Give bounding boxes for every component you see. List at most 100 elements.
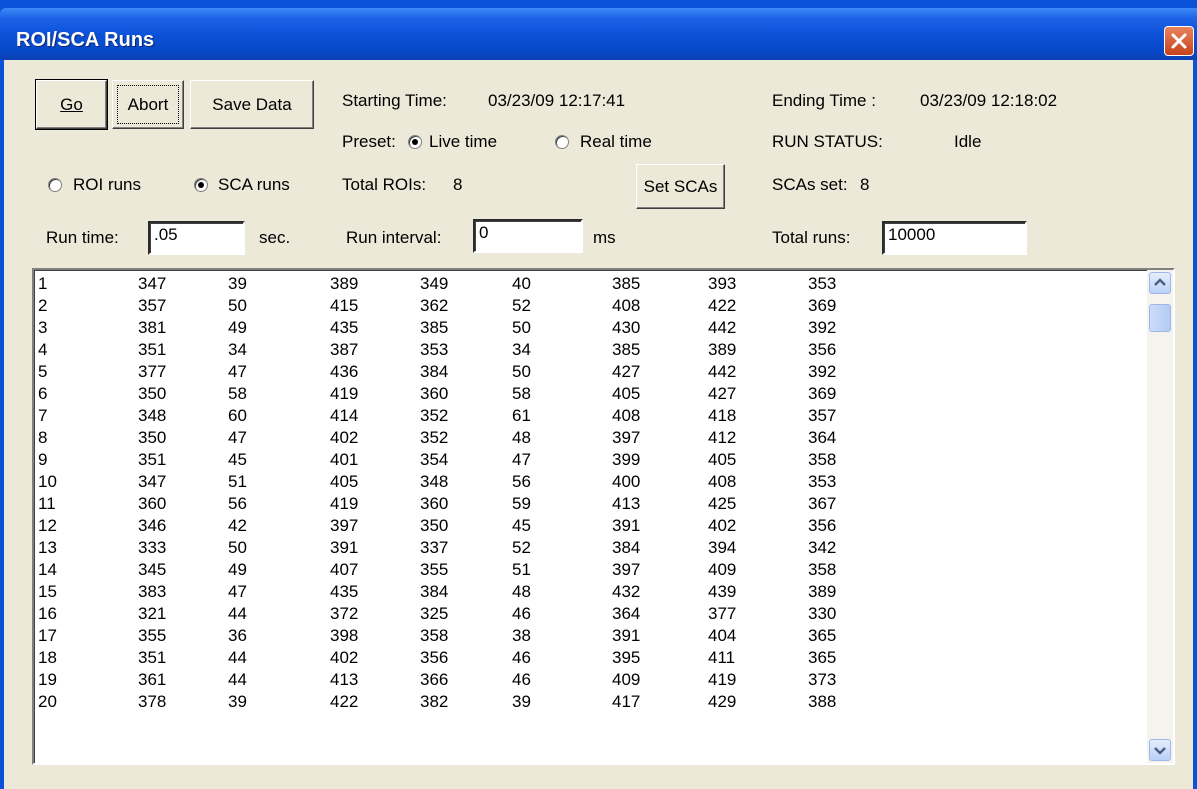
dialog-client: Go Abort Save Data Starting Time: 03/23/… [4, 60, 1193, 789]
scroll-up-button[interactable] [1149, 272, 1171, 294]
scroll-down-button[interactable] [1149, 739, 1171, 761]
count-value: 353 [420, 340, 449, 359]
count-value: 48 [512, 428, 531, 447]
list-item[interactable]: 13 333 50 391 337 52 384 394 342 [38, 538, 1146, 560]
count-value: 58 [228, 384, 247, 403]
list-item[interactable]: 3 381 49 435 385 50 430 442 392 [38, 318, 1146, 340]
live-time-label[interactable]: Live time [429, 132, 497, 152]
close-button[interactable] [1164, 26, 1194, 56]
run-interval-unit: ms [593, 228, 616, 247]
title-bar[interactable]: ROI/SCA Runs [0, 8, 1197, 60]
count-value: 47 [228, 428, 247, 447]
count-value: 358 [808, 560, 837, 579]
count-value: 352 [420, 406, 449, 425]
count-value: 46 [512, 648, 531, 667]
count-value: 50 [228, 538, 247, 557]
list-item[interactable]: 19 361 44 413 366 46 409 419 373 [38, 670, 1146, 692]
count-value: 52 [512, 296, 531, 315]
count-value: 360 [138, 494, 167, 513]
count-value: 40 [512, 274, 531, 293]
list-item[interactable]: 20 378 39 422 382 39 417 429 388 [38, 692, 1146, 714]
run-interval-input[interactable]: 0 [473, 219, 583, 253]
sca-runs-label[interactable]: SCA runs [218, 175, 290, 195]
save-data-button[interactable]: Save Data [190, 80, 314, 129]
count-value: 398 [330, 626, 359, 645]
list-item[interactable]: 12 346 42 397 350 45 391 402 356 [38, 516, 1146, 538]
list-item[interactable]: 14 345 49 407 355 51 397 409 358 [38, 560, 1146, 582]
abort-button[interactable]: Abort [112, 80, 184, 129]
count-value: 387 [330, 340, 359, 359]
list-item[interactable]: 7 348 60 414 352 61 408 418 357 [38, 406, 1146, 428]
live-time-radio[interactable] [408, 135, 422, 149]
list-item[interactable]: 10 347 51 405 348 56 400 408 353 [38, 472, 1146, 494]
set-scas-button[interactable]: Set SCAs [636, 164, 725, 209]
list-item[interactable]: 1 347 39 389 349 40 385 393 353 [38, 274, 1146, 296]
count-value: 348 [420, 472, 449, 491]
count-value: 358 [808, 450, 837, 469]
run-index: 1 [38, 274, 48, 293]
count-value: 342 [808, 538, 837, 557]
count-value: 356 [420, 648, 449, 667]
count-value: 412 [708, 428, 737, 447]
go-button[interactable]: Go [35, 79, 108, 130]
roi-runs-label[interactable]: ROI runs [73, 175, 141, 195]
results-listbox[interactable]: 1 347 39 389 349 40 385 393 353 2 357 50 415 362 52 408… [32, 268, 1175, 765]
run-time-input[interactable]: .05 [148, 221, 245, 255]
vertical-scrollbar[interactable] [1147, 270, 1173, 763]
list-item[interactable]: 16 321 44 372 325 46 364 377 330 [38, 604, 1146, 626]
chevron-up-icon [1154, 278, 1166, 286]
count-value: 56 [228, 494, 247, 513]
count-value: 42 [228, 516, 247, 535]
list-item[interactable]: 9 351 45 401 354 47 399 405 358 [38, 450, 1146, 472]
run-index: 8 [38, 428, 48, 447]
run-index: 12 [38, 516, 57, 535]
count-value: 349 [420, 274, 449, 293]
count-value: 357 [808, 406, 837, 425]
run-index: 6 [38, 384, 48, 403]
scroll-thumb[interactable] [1149, 304, 1171, 332]
count-value: 408 [612, 406, 641, 425]
count-value: 59 [512, 494, 531, 513]
count-value: 58 [512, 384, 531, 403]
run-interval-label: Run interval: [346, 228, 442, 247]
count-value: 399 [612, 450, 641, 469]
count-value: 350 [138, 428, 167, 447]
count-value: 364 [808, 428, 837, 447]
run-index: 13 [38, 538, 57, 557]
count-value: 385 [420, 318, 449, 337]
count-value: 50 [512, 362, 531, 381]
list-item[interactable]: 6 350 58 419 360 58 405 427 369 [38, 384, 1146, 406]
count-value: 49 [228, 318, 247, 337]
roi-runs-radio[interactable] [48, 178, 62, 192]
count-value: 50 [228, 296, 247, 315]
count-value: 384 [420, 362, 449, 381]
count-value: 50 [512, 318, 531, 337]
count-value: 38 [512, 626, 531, 645]
count-value: 44 [228, 648, 247, 667]
list-item[interactable]: 15 383 47 435 384 48 432 439 389 [38, 582, 1146, 604]
list-item[interactable]: 2 357 50 415 362 52 408 422 369 [38, 296, 1146, 318]
sca-runs-radio[interactable] [194, 178, 208, 192]
count-value: 56 [512, 472, 531, 491]
list-item[interactable]: 4 351 34 387 353 34 385 389 356 [38, 340, 1146, 362]
real-time-radio[interactable] [555, 135, 569, 149]
list-item[interactable]: 11 360 56 419 360 59 413 425 367 [38, 494, 1146, 516]
count-value: 422 [330, 692, 359, 711]
list-item[interactable]: 5 377 47 436 384 50 427 442 392 [38, 362, 1146, 384]
real-time-label[interactable]: Real time [580, 132, 652, 152]
count-value: 34 [512, 340, 531, 359]
run-index: 4 [38, 340, 48, 359]
list-item[interactable]: 18 351 44 402 356 46 395 411 365 [38, 648, 1146, 670]
list-item[interactable]: 17 355 36 398 358 38 391 404 365 [38, 626, 1146, 648]
count-value: 365 [808, 648, 837, 667]
list-item[interactable]: 8 350 47 402 352 48 397 412 364 [38, 428, 1146, 450]
count-value: 39 [512, 692, 531, 711]
count-value: 414 [330, 406, 359, 425]
count-value: 330 [808, 604, 837, 623]
count-value: 401 [330, 450, 359, 469]
count-value: 391 [612, 626, 641, 645]
run-index: 16 [38, 604, 57, 623]
total-runs-input[interactable]: 10000 [882, 221, 1027, 255]
count-value: 39 [228, 274, 247, 293]
count-value: 409 [612, 670, 641, 689]
